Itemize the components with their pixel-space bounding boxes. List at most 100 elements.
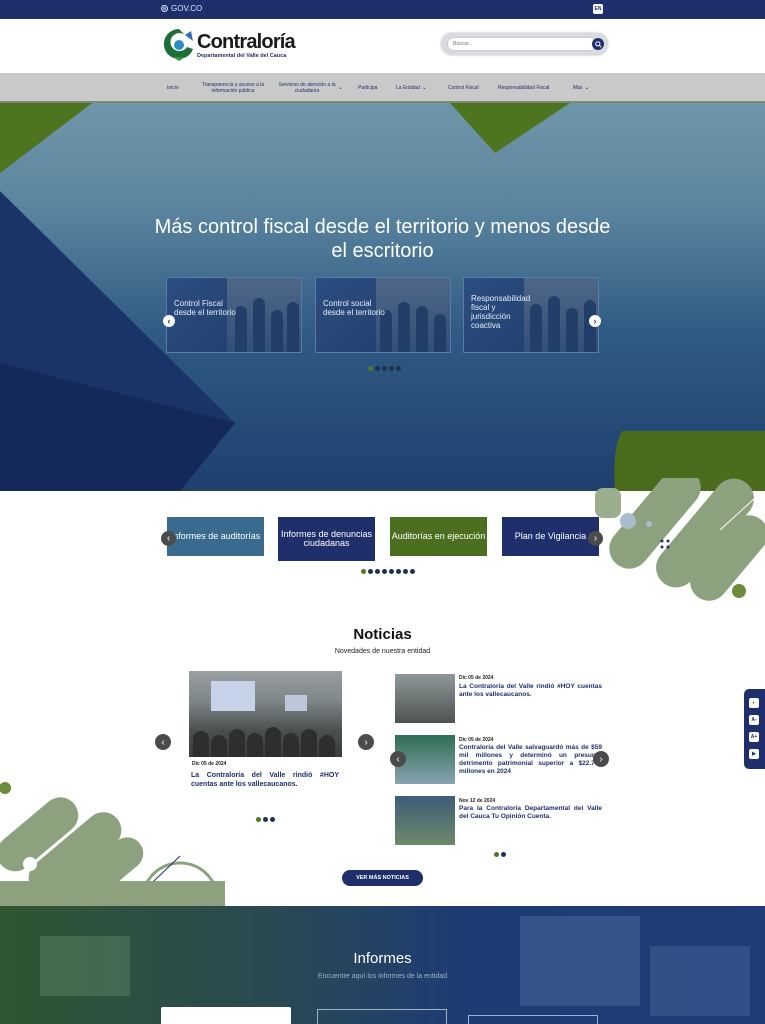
nav-item-responsabilidad-fiscal[interactable]: Responsabilidad Fiscal [498, 73, 561, 103]
gov-bar: ⊕ GOV.CO EN [0, 0, 765, 19]
report-card[interactable] [317, 1009, 447, 1024]
quick-button-label: Informes de denuncias ciudadanas [280, 528, 373, 548]
hero-card-label: Control social desde el territorio [323, 299, 385, 317]
chevron-down-icon: ⌄ [421, 84, 427, 91]
hero-title: Más control fiscal desde el territorio y… [154, 216, 611, 262]
search-button[interactable] [592, 38, 604, 50]
news-list-next-button[interactable]: › [593, 751, 609, 767]
accessibility-bar: ◐ A- A+ ▶ [744, 689, 765, 769]
reports-subtitle: Encuentre aquí los informes de la entida… [317, 973, 448, 980]
nav-label: Inicio [167, 84, 179, 91]
news-item-date: Nov 12 de 2024 [459, 798, 496, 804]
logo-name: Contraloría [197, 31, 296, 53]
pagination-dot[interactable] [403, 569, 408, 574]
reports-title: Informes [353, 950, 412, 967]
news-item-title[interactable]: Para la Contraloría Departamental del Va… [459, 805, 602, 821]
text-decrease-icon[interactable]: A- [749, 715, 759, 725]
nav-label: Participa [358, 84, 378, 91]
quick-button-informes-denuncias[interactable]: Informes de denuncias ciudadanas [278, 517, 375, 561]
nav-item-la-entidad[interactable]: La Entidad ⌄ [396, 73, 436, 103]
news-main-prev-button[interactable]: ‹ [155, 734, 171, 750]
hero-card[interactable]: Control social desde el territorio [315, 277, 451, 353]
news-item-title[interactable]: La Contraloría del Valle rindió #HOY cue… [459, 683, 602, 699]
news-main-next-button[interactable]: › [358, 734, 374, 750]
nav-label: Responsabilidad Fiscal [498, 84, 550, 91]
news-list-prev-button[interactable]: ‹ [390, 751, 406, 767]
nav-item-participa[interactable]: Participa [358, 73, 385, 103]
pagination-dot[interactable] [494, 852, 499, 857]
hero-next-button[interactable]: › [589, 315, 601, 327]
nav-item-transparencia[interactable]: Transparencia y acceso a la información … [198, 73, 268, 103]
hero-banner: Más control fiscal desde el territorio y… [0, 103, 765, 491]
chevron-left-icon: ‹ [167, 316, 171, 326]
gov-icon: ⊕ [161, 5, 168, 12]
chevron-left-icon: ‹ [166, 533, 171, 544]
nav-label: Control Fiscal [448, 84, 479, 91]
hero-card[interactable]: Responsabilidad fiscal y jurisdicción co… [463, 277, 599, 353]
pagination-dot[interactable] [375, 366, 380, 371]
quick-button-informes-auditorias[interactable]: Informes de auditorías [167, 517, 264, 556]
nav-label: Transparencia y acceso a la información … [201, 81, 265, 95]
language-toggle-button[interactable]: EN [593, 4, 603, 14]
hero-card[interactable]: Control Fiscal desde el territorio [166, 277, 302, 353]
text-increase-icon[interactable]: A+ [749, 732, 759, 742]
news-item-image[interactable] [395, 674, 455, 723]
nav-item-mas[interactable]: Más ⌄ [573, 73, 595, 103]
nav-label: La Entidad [396, 84, 420, 91]
quick-prev-button[interactable]: ‹ [161, 531, 176, 546]
quick-button-label: Auditorías en ejecución [391, 530, 486, 541]
news-section-subtitle: Novedades de nuestra entidad [334, 648, 431, 655]
pagination-dot[interactable] [396, 569, 401, 574]
logo[interactable]: Contraloría Departamental del Valle del … [163, 27, 303, 63]
news-main-date: Dic 05 de 2024 [192, 761, 227, 767]
site-header: Contraloría Departamental del Valle del … [0, 19, 765, 73]
pagination-dot[interactable] [396, 366, 401, 371]
news-item-title[interactable]: Contraloría del Valle salvaguardó más de… [459, 744, 602, 776]
report-card[interactable] [161, 1007, 291, 1024]
quick-button-auditorias-ejecucion[interactable]: Auditorías en ejecución [390, 517, 487, 556]
news-item-date: Dic 05 de 2024 [459, 737, 494, 743]
news-item-image[interactable] [395, 796, 455, 845]
quick-button-label: Informes de auditorías [170, 530, 261, 541]
nav-item-inicio[interactable]: Inicio [167, 73, 189, 103]
pagination-dot[interactable] [270, 817, 275, 822]
news-main-title[interactable]: La Contraloría del Valle rindió #HOY cue… [191, 771, 339, 789]
report-card[interactable] [468, 1015, 598, 1024]
hero-card-label: Responsabilidad fiscal y jurisdicción co… [471, 294, 531, 330]
contrast-icon[interactable]: ◐ [749, 698, 759, 708]
pagination-dot[interactable] [368, 366, 373, 371]
pagination-dot[interactable] [382, 366, 387, 371]
gov-link[interactable]: ⊕ GOV.CO [161, 4, 202, 13]
news-section-title: Noticias [353, 626, 412, 643]
quick-button-plan-vigilancia[interactable]: Plan de Vigilancia [502, 517, 599, 556]
hero-card-photo [524, 278, 598, 352]
quick-button-label: Plan de Vigilancia [514, 530, 587, 541]
chevron-right-icon: › [599, 753, 603, 765]
quick-next-button[interactable]: › [588, 531, 603, 546]
nav-item-control-fiscal[interactable]: Control Fiscal [448, 73, 488, 103]
see-more-news-button[interactable]: VER MÁS NOTICIAS [342, 870, 423, 886]
search-input[interactable] [447, 37, 597, 51]
logo-icon [163, 28, 193, 61]
pagination-dot[interactable] [375, 569, 380, 574]
chevron-right-icon: › [593, 533, 598, 544]
pagination-dot[interactable] [382, 569, 387, 574]
chevron-down-icon: ⌄ [338, 84, 344, 91]
pagination-dot[interactable] [410, 569, 415, 574]
pagination-dot[interactable] [256, 817, 261, 822]
pagination-dot[interactable] [501, 852, 506, 857]
news-main-image[interactable] [189, 671, 342, 757]
hero-card-photo [227, 278, 301, 352]
pagination-dot[interactable] [263, 817, 268, 822]
nav-label: Más [573, 84, 583, 91]
search-box [441, 33, 608, 55]
pagination-dot[interactable] [389, 366, 394, 371]
pagination-dot[interactable] [368, 569, 373, 574]
pagination-dot[interactable] [361, 569, 366, 574]
reader-icon[interactable]: ▶ [749, 749, 759, 759]
chevron-left-icon: ‹ [396, 753, 400, 765]
pagination-dot[interactable] [389, 569, 394, 574]
nav-item-servicios[interactable]: Servicios de atención a la ciudadanía ⌄ [278, 73, 348, 103]
chevron-right-icon: › [593, 316, 597, 326]
hero-prev-button[interactable]: ‹ [163, 315, 175, 327]
